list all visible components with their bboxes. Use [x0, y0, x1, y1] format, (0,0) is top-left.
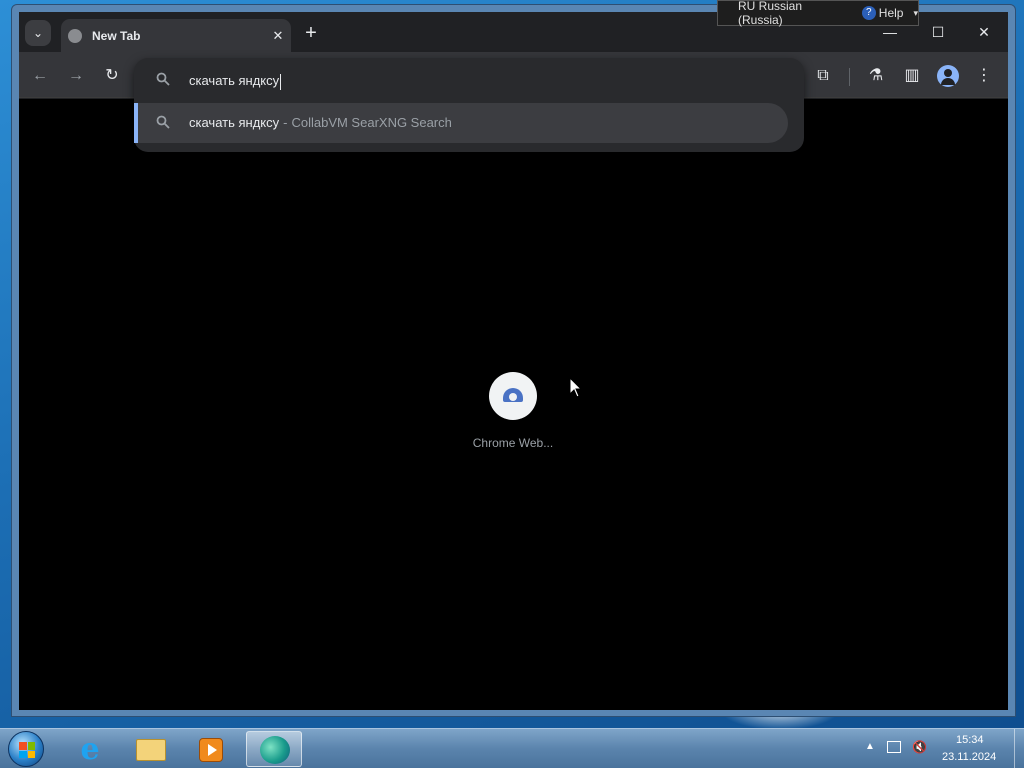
browser-frame: ⌄ New Tab ✕ + — ☐ ✕ ← → ↻ ⧉ ⚗ ▥ ⋮ Chrome…	[19, 12, 1008, 710]
new-tab-page: Chrome Web...	[19, 99, 1008, 710]
clock-date[interactable]: 23.11.2024	[942, 751, 996, 763]
taskbar-edge[interactable]	[246, 731, 302, 767]
suggestion-query: скачать яндксу	[189, 115, 280, 130]
taskbar-file-explorer[interactable]	[122, 731, 178, 767]
omnibox-suggestion[interactable]: скачать яндксу - CollabVM SearXNG Search	[134, 103, 788, 143]
edge-icon	[260, 736, 290, 764]
mouse-pointer-icon	[570, 378, 582, 398]
text-cursor	[280, 73, 282, 90]
side-panel-icon[interactable]: ▥	[900, 64, 924, 88]
help-icon[interactable]: ?	[861, 6, 876, 20]
media-player-icon	[199, 738, 223, 762]
browser-window: ⌄ New Tab ✕ + — ☐ ✕ ← → ↻ ⧉ ⚗ ▥ ⋮ Chrome…	[11, 4, 1016, 717]
start-button[interactable]	[8, 731, 44, 767]
suggestion-separator: -	[283, 115, 288, 130]
volume-muted-icon[interactable]: 🔇	[912, 740, 927, 754]
back-button[interactable]: ←	[28, 64, 52, 88]
folder-icon	[136, 739, 166, 761]
shortcut-label[interactable]: Chrome Web...	[459, 436, 567, 450]
tab-title: New Tab	[92, 28, 141, 43]
chevron-down-icon: ⌄	[32, 26, 44, 40]
maximize-button[interactable]: ☐	[923, 22, 953, 42]
labs-icon[interactable]: ⚗	[864, 64, 888, 88]
extensions-icon[interactable]: ⧉	[811, 64, 835, 88]
address-bar-text: скачать яндксу	[189, 73, 280, 88]
taskbar-internet-explorer[interactable]: e	[60, 731, 116, 767]
taskbar: e ▲ 🔇 15:34 23.11.2024	[0, 728, 1024, 768]
reload-button[interactable]: ↻	[100, 64, 124, 88]
clock-time[interactable]: 15:34	[956, 734, 984, 746]
profile-avatar[interactable]	[937, 65, 959, 87]
tab-new-tab[interactable]: New Tab ✕	[61, 19, 291, 52]
system-tray: ▲ 🔇 15:34 23.11.2024	[860, 729, 1024, 768]
language-indicator[interactable]: RU Russian (Russia)	[738, 0, 850, 27]
internet-explorer-icon: e	[80, 732, 100, 767]
forward-button[interactable]: →	[64, 64, 88, 88]
suggestion-engine: CollabVM SearXNG Search	[291, 115, 452, 130]
web-store-icon	[503, 388, 523, 402]
tab-search-button[interactable]: ⌄	[25, 20, 51, 46]
close-window-button[interactable]: ✕	[969, 22, 999, 42]
show-hidden-icons-arrow[interactable]: ▲	[865, 741, 875, 752]
shortcut-chrome-web-store[interactable]	[489, 372, 537, 420]
suggestion-accent-bar	[134, 103, 138, 143]
language-bar: RU Russian (Russia) ? Help ▾	[717, 0, 919, 27]
show-desktop-button[interactable]	[1014, 729, 1024, 768]
language-bar-menu-icon[interactable]: ▾	[913, 8, 918, 19]
suggestion-text: скачать яндксу - CollabVM SearXNG Search	[189, 103, 452, 143]
globe-icon	[68, 28, 82, 43]
search-icon	[156, 72, 172, 88]
new-tab-button[interactable]: +	[299, 22, 323, 46]
omnibox-dropdown: скачать яндксу скачать яндксу - CollabVM S…	[134, 58, 804, 152]
address-bar-input[interactable]: скачать яндксу	[189, 70, 749, 92]
search-icon	[156, 115, 172, 131]
close-tab-icon[interactable]: ✕	[265, 28, 291, 44]
network-icon[interactable]	[887, 741, 901, 753]
help-label[interactable]: Help	[879, 6, 904, 20]
windows-logo-icon	[19, 742, 35, 758]
menu-icon[interactable]: ⋮	[972, 64, 996, 88]
taskbar-media-player[interactable]	[182, 731, 238, 767]
toolbar-divider	[849, 68, 850, 86]
